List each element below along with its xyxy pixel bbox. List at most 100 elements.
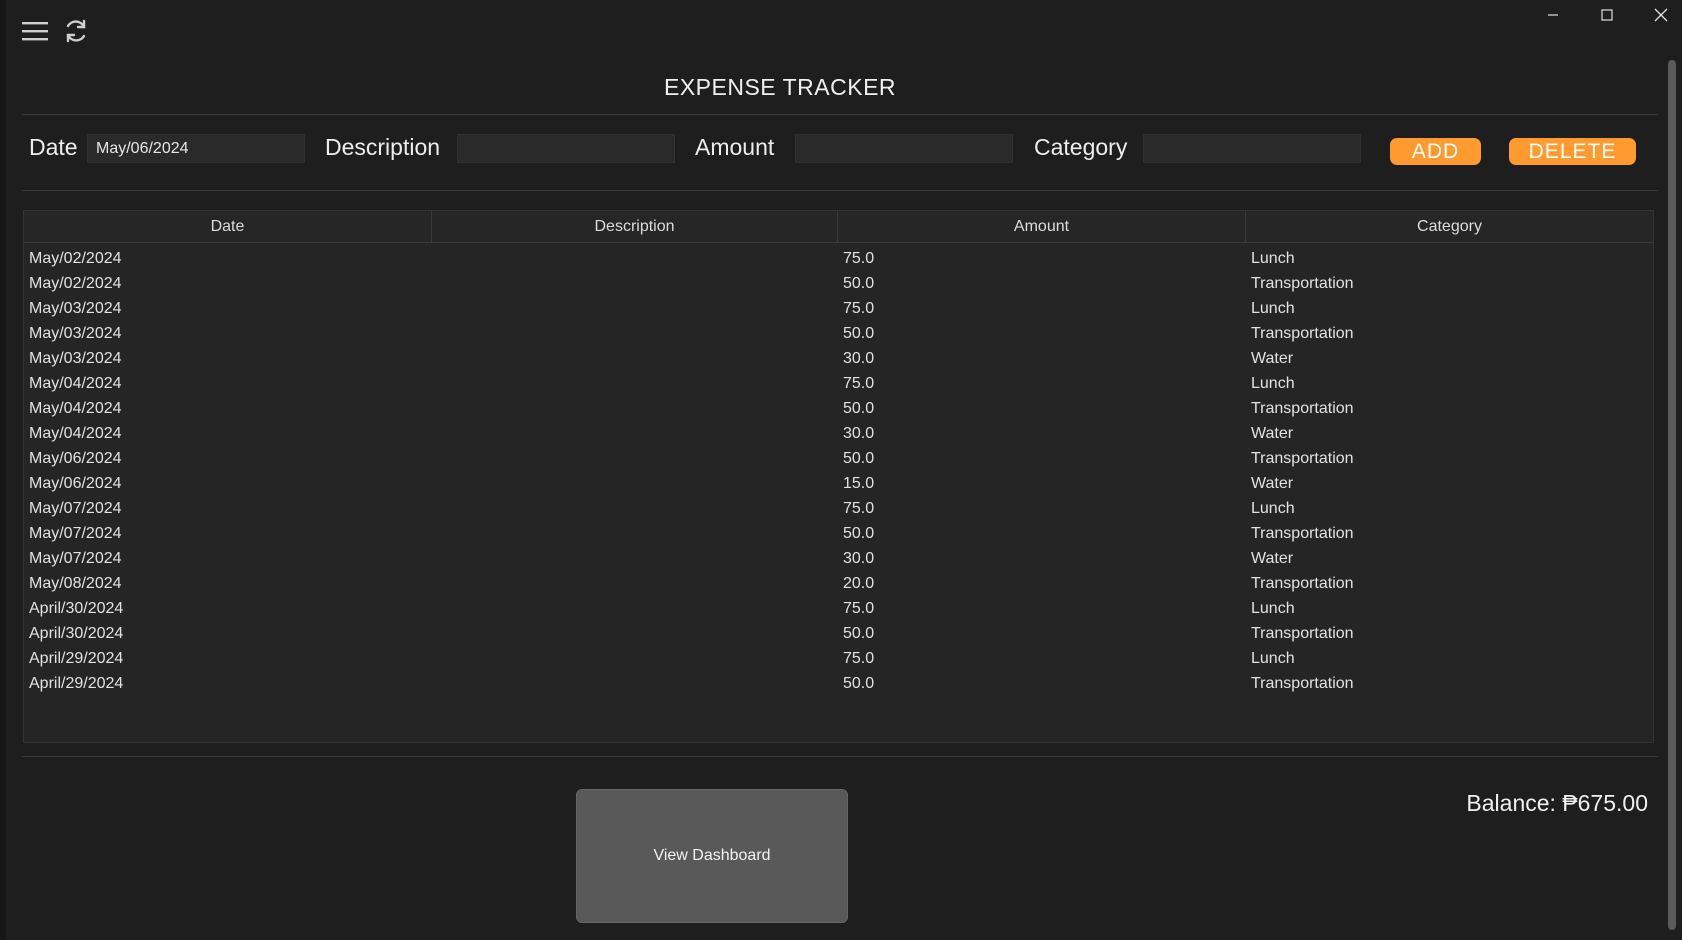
cell-category: Transportation bbox=[1251, 450, 1354, 467]
table-row[interactable]: May/04/2024 75.0 Lunch bbox=[24, 371, 1653, 396]
table-row[interactable]: May/08/2024 20.0 Transportation bbox=[24, 571, 1653, 596]
cell-description bbox=[432, 521, 838, 546]
cell-date: May/04/2024 bbox=[29, 425, 122, 442]
delete-button[interactable]: DELETE bbox=[1509, 138, 1636, 165]
cell-category: Water bbox=[1251, 425, 1294, 442]
cell-amount: 75.0 bbox=[843, 250, 875, 267]
cell-date: May/07/2024 bbox=[29, 525, 122, 542]
table-row[interactable]: May/03/2024 50.0 Transportation bbox=[24, 321, 1653, 346]
divider bbox=[22, 190, 1658, 191]
table-row[interactable]: May/07/2024 30.0 Water bbox=[24, 546, 1653, 571]
cell-category: Transportation bbox=[1251, 275, 1354, 292]
cell-date: May/07/2024 bbox=[29, 550, 122, 567]
cell-description bbox=[432, 396, 838, 421]
table-row[interactable]: April/29/2024 75.0 Lunch bbox=[24, 646, 1653, 671]
cell-description bbox=[432, 421, 838, 446]
table-row[interactable]: May/04/2024 50.0 Transportation bbox=[24, 396, 1653, 421]
table-row[interactable]: May/02/2024 50.0 Transportation bbox=[24, 271, 1653, 296]
divider bbox=[22, 114, 1658, 115]
table-row[interactable]: May/03/2024 30.0 Water bbox=[24, 346, 1653, 371]
balance-label: Balance: ₱675.00 bbox=[1466, 790, 1648, 816]
table-header: Date Description Amount Category bbox=[24, 211, 1653, 243]
cell-amount: 50.0 bbox=[843, 450, 875, 467]
description-field[interactable] bbox=[457, 134, 675, 163]
cell-category: Transportation bbox=[1251, 675, 1354, 692]
divider bbox=[22, 756, 1658, 757]
cell-date: April/30/2024 bbox=[29, 600, 124, 617]
cell-amount: 75.0 bbox=[843, 650, 875, 667]
close-icon[interactable] bbox=[1638, 0, 1682, 30]
category-field[interactable] bbox=[1143, 134, 1361, 163]
cell-category: Lunch bbox=[1251, 600, 1295, 617]
cell-date: May/03/2024 bbox=[29, 325, 122, 342]
table-row[interactable]: May/07/2024 75.0 Lunch bbox=[24, 496, 1653, 521]
cell-amount: 50.0 bbox=[843, 625, 875, 642]
cell-category: Lunch bbox=[1251, 500, 1295, 517]
scrollbar[interactable] bbox=[1668, 60, 1676, 930]
cell-amount: 75.0 bbox=[843, 600, 875, 617]
cell-amount: 20.0 bbox=[843, 575, 875, 592]
cell-description bbox=[432, 471, 838, 496]
cell-description bbox=[432, 646, 838, 671]
page-title: EXPENSE TRACKER bbox=[663, 74, 897, 100]
column-header-amount[interactable]: Amount bbox=[838, 211, 1246, 242]
cell-category: Lunch bbox=[1251, 250, 1295, 267]
cell-description bbox=[432, 296, 838, 321]
cell-description bbox=[432, 446, 838, 471]
cell-description bbox=[432, 621, 838, 646]
cell-date: May/04/2024 bbox=[29, 400, 122, 417]
cell-date: May/06/2024 bbox=[29, 450, 122, 467]
cell-category: Transportation bbox=[1251, 400, 1354, 417]
table-row[interactable]: May/07/2024 50.0 Transportation bbox=[24, 521, 1653, 546]
cell-amount: 50.0 bbox=[843, 675, 875, 692]
cell-date: May/08/2024 bbox=[29, 575, 122, 592]
cell-description bbox=[432, 246, 838, 271]
expense-table[interactable]: Date Description Amount Category May/02/… bbox=[23, 210, 1654, 743]
cell-amount: 15.0 bbox=[843, 475, 875, 492]
cell-date: May/06/2024 bbox=[29, 475, 122, 492]
view-dashboard-button[interactable]: View Dashboard bbox=[576, 789, 848, 923]
refresh-icon[interactable] bbox=[61, 16, 91, 46]
cell-description bbox=[432, 596, 838, 621]
cell-date: May/02/2024 bbox=[29, 250, 122, 267]
table-row[interactable]: April/29/2024 50.0 Transportation bbox=[24, 671, 1653, 696]
table-row[interactable]: May/06/2024 50.0 Transportation bbox=[24, 446, 1653, 471]
column-header-category[interactable]: Category bbox=[1246, 211, 1653, 242]
cell-amount: 75.0 bbox=[843, 300, 875, 317]
minimize-icon[interactable] bbox=[1530, 0, 1576, 30]
table-row[interactable]: May/04/2024 30.0 Water bbox=[24, 421, 1653, 446]
add-button[interactable]: ADD bbox=[1390, 138, 1481, 165]
scrollbar-thumb[interactable] bbox=[1668, 60, 1676, 930]
cell-amount: 50.0 bbox=[843, 400, 875, 417]
table-row[interactable]: May/02/2024 75.0 Lunch bbox=[24, 246, 1653, 271]
cell-category: Transportation bbox=[1251, 525, 1354, 542]
table-row[interactable]: May/03/2024 75.0 Lunch bbox=[24, 296, 1653, 321]
cell-amount: 30.0 bbox=[843, 550, 875, 567]
cell-amount: 50.0 bbox=[843, 525, 875, 542]
table-row[interactable]: April/30/2024 50.0 Transportation bbox=[24, 621, 1653, 646]
hamburger-menu-icon[interactable] bbox=[20, 16, 50, 46]
cell-description bbox=[432, 371, 838, 396]
cell-description bbox=[432, 546, 838, 571]
cell-category: Lunch bbox=[1251, 300, 1295, 317]
amount-field[interactable] bbox=[795, 134, 1013, 163]
cell-date: April/30/2024 bbox=[29, 625, 124, 642]
cell-description bbox=[432, 496, 838, 521]
table-row[interactable]: April/30/2024 75.0 Lunch bbox=[24, 596, 1653, 621]
window-border bbox=[0, 0, 6, 940]
maximize-icon[interactable] bbox=[1584, 0, 1630, 30]
category-label: Category bbox=[1034, 134, 1128, 160]
cell-category: Lunch bbox=[1251, 650, 1295, 667]
cell-category: Lunch bbox=[1251, 375, 1295, 392]
column-header-date[interactable]: Date bbox=[24, 211, 432, 242]
date-field[interactable] bbox=[87, 134, 305, 163]
column-header-description[interactable]: Description bbox=[432, 211, 838, 242]
table-row[interactable]: May/06/2024 15.0 Water bbox=[24, 471, 1653, 496]
cell-category: Water bbox=[1251, 550, 1294, 567]
cell-description bbox=[432, 571, 838, 596]
cell-date: May/07/2024 bbox=[29, 500, 122, 517]
cell-description bbox=[432, 271, 838, 296]
cell-amount: 50.0 bbox=[843, 325, 875, 342]
cell-description bbox=[432, 671, 838, 696]
cell-date: May/03/2024 bbox=[29, 300, 122, 317]
